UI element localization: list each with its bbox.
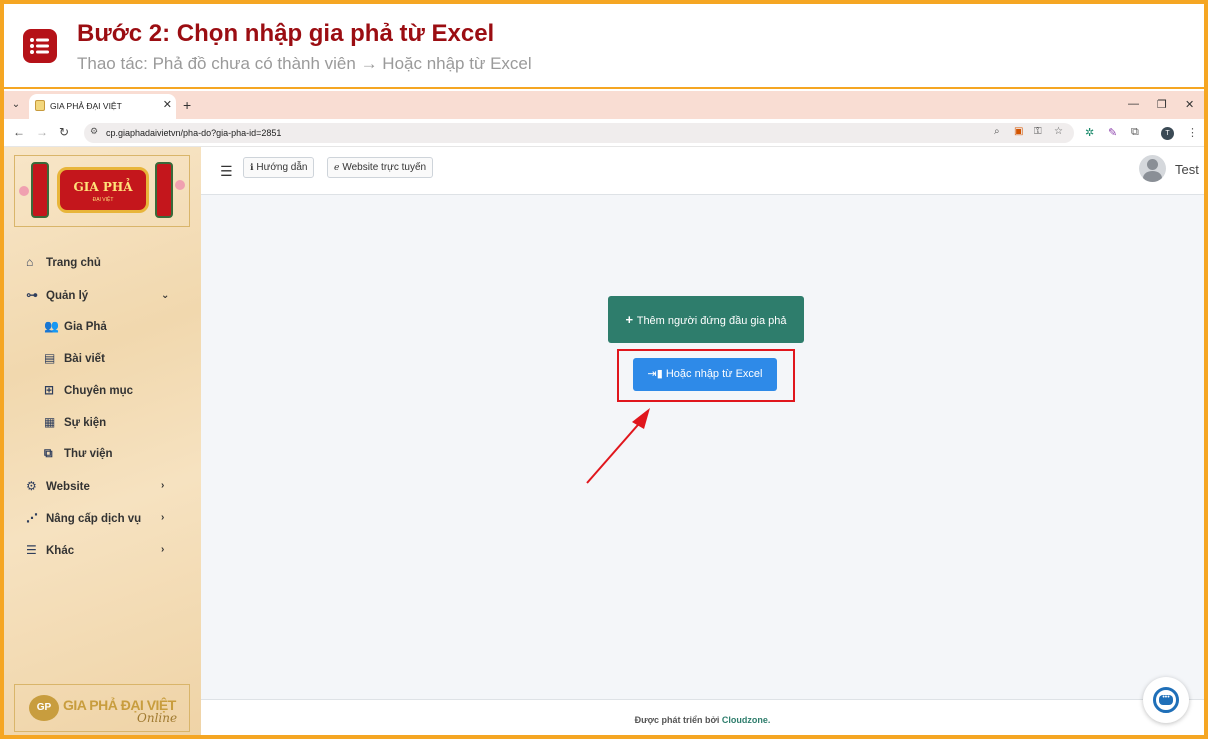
tutorial-frame: Bước 2: Chọn nhập gia phả từ Excel Thao … bbox=[0, 0, 1208, 739]
annotation-arrow-icon bbox=[586, 408, 650, 484]
